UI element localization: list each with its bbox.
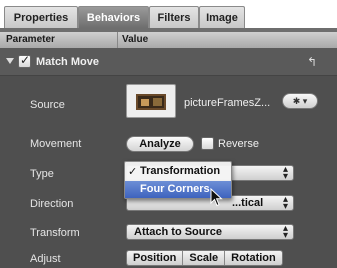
tab-label: Image bbox=[206, 11, 238, 24]
popup-arrows-icon: ▴ ▾ bbox=[282, 223, 288, 241]
reset-icon[interactable]: ↰ bbox=[307, 55, 317, 69]
tab-filters[interactable]: Filters bbox=[149, 6, 199, 28]
thumbnail-detail bbox=[153, 98, 162, 106]
tab-image[interactable]: Image bbox=[199, 6, 245, 28]
tab-properties[interactable]: Properties bbox=[4, 6, 78, 28]
segment-scale[interactable]: Scale bbox=[183, 251, 226, 265]
inspector-panel: Parameter Value ✓ Match Move ↰ Source pi… bbox=[0, 32, 337, 268]
menu-item-transformation[interactable]: ✓ Transformation bbox=[125, 163, 231, 180]
movement-label: Movement bbox=[30, 138, 82, 150]
thumbnail-detail bbox=[141, 99, 149, 106]
source-options-button[interactable]: ✱ ▾ bbox=[282, 93, 318, 109]
tab-bar: Properties Behaviors Filters Image bbox=[0, 0, 337, 32]
source-label: Source bbox=[30, 99, 65, 111]
transform-popup[interactable]: Attach to Source ▴ ▾ bbox=[126, 223, 294, 241]
source-thumbnail[interactable] bbox=[126, 84, 176, 118]
gear-icon: ✱ ▾ bbox=[292, 95, 308, 106]
thumbnail-image bbox=[136, 94, 166, 110]
mouse-cursor-icon bbox=[210, 188, 223, 207]
checkmark-icon: ✓ bbox=[20, 53, 31, 67]
tab-behaviors[interactable]: Behaviors bbox=[78, 6, 149, 28]
direction-label: Direction bbox=[30, 198, 74, 210]
popup-arrows-icon: ▴ ▾ bbox=[282, 164, 288, 182]
segment-position[interactable]: Position bbox=[127, 251, 184, 265]
analyze-label: Analyze bbox=[139, 138, 181, 150]
tab-label: Properties bbox=[13, 11, 69, 24]
transform-value: Attach to Source bbox=[134, 226, 223, 238]
direction-value: ...tical bbox=[232, 197, 264, 209]
match-move-checkbox[interactable]: ✓ bbox=[18, 53, 31, 68]
checkmark-icon: ✓ bbox=[128, 166, 138, 178]
source-filename: pictureFramesZ... bbox=[184, 97, 271, 109]
transform-label: Transform bbox=[30, 227, 80, 239]
analyze-button[interactable]: Analyze bbox=[126, 136, 194, 152]
header-parameter: Parameter bbox=[6, 34, 55, 45]
reverse-label: Reverse bbox=[218, 138, 259, 150]
reverse-checkbox[interactable] bbox=[201, 137, 214, 150]
popup-arrows-icon: ▴ ▾ bbox=[282, 194, 288, 212]
behavior-group-row: ✓ Match Move ↰ bbox=[0, 48, 337, 76]
adjust-label: Adjust bbox=[30, 253, 61, 265]
header-divider bbox=[117, 32, 118, 48]
tab-label: Behaviors bbox=[86, 11, 141, 24]
disclosure-triangle-icon[interactable] bbox=[6, 58, 14, 64]
header-value: Value bbox=[122, 34, 149, 45]
column-header: Parameter Value bbox=[0, 32, 337, 48]
segment-rotation[interactable]: Rotation bbox=[225, 251, 282, 265]
type-label: Type bbox=[30, 168, 54, 180]
tab-label: Filters bbox=[157, 11, 191, 24]
menu-item-label: Four Corners bbox=[140, 183, 210, 195]
adjust-segmented-control: Position Scale Rotation bbox=[126, 250, 283, 266]
menu-item-label: Transformation bbox=[140, 165, 221, 177]
group-title: Match Move bbox=[36, 56, 99, 68]
